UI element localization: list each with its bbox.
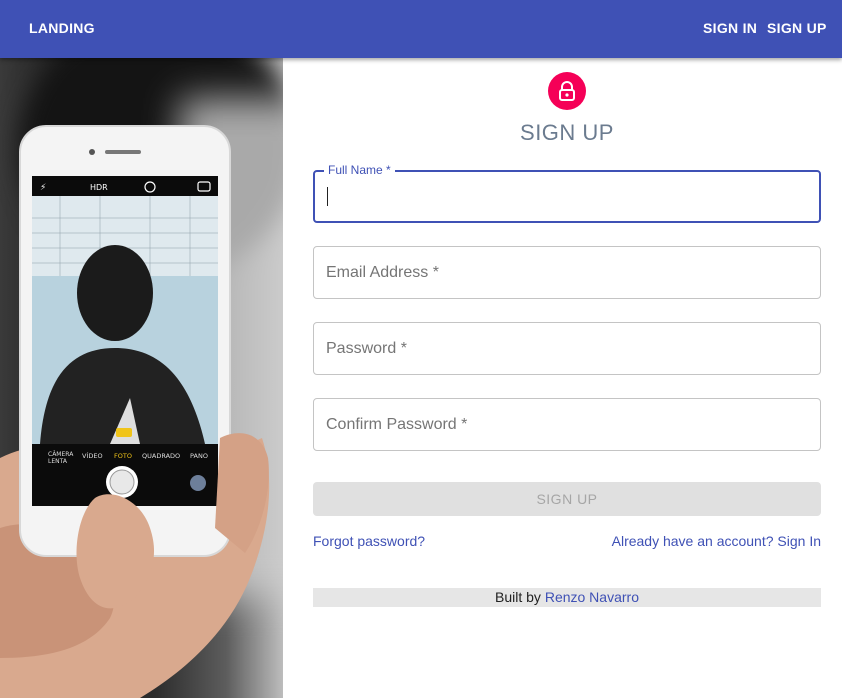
svg-text:LENTA: LENTA [48,458,68,465]
svg-text:CÂMERA: CÂMERA [48,451,74,458]
svg-text:VÍDEO: VÍDEO [82,451,103,460]
author-link[interactable]: Renzo Navarro [545,589,639,605]
sign-up-submit-button[interactable]: SIGN UP [313,482,821,516]
full-name-label: Full Name * [324,163,395,177]
sign-in-button[interactable]: SIGN IN [703,20,757,36]
forgot-password-link[interactable]: Forgot password? [313,533,425,549]
sign-in-link[interactable]: Already have an account? Sign In [612,533,821,549]
email-field[interactable]: Email Address * [313,246,821,299]
confirm-password-placeholder: Confirm Password * [326,416,468,433]
password-field[interactable]: Password * [313,322,821,375]
full-name-field[interactable]: Full Name * [313,163,821,223]
page-title: SIGN UP [520,120,614,145]
app-bar: LANDING SIGN IN SIGN UP [0,0,842,58]
svg-text:⚡: ⚡ [40,183,46,193]
confirm-password-field[interactable]: Confirm Password * [313,398,821,451]
svg-text:FOTO: FOTO [114,452,132,460]
hero-photo: ⚡ HDR CÂMERA LENTA VÍDEO FOTO QUADRADO P… [0,58,283,698]
phone-in-hand-illustration: ⚡ HDR CÂMERA LENTA VÍDEO FOTO QUADRADO P… [0,125,270,698]
svg-text:PANO: PANO [190,452,208,460]
text-cursor [327,187,328,206]
sign-up-button[interactable]: SIGN UP [767,20,827,36]
lock-icon [548,72,586,110]
email-placeholder: Email Address * [326,264,439,281]
footer-prefix: Built by [495,589,541,605]
footer-credit: Built by Renzo Navarro [313,588,821,607]
brand-link[interactable]: LANDING [29,20,95,36]
password-placeholder: Password * [326,340,407,357]
svg-text:QUADRADO: QUADRADO [142,452,180,460]
phone-hdr-label: HDR [90,183,108,192]
